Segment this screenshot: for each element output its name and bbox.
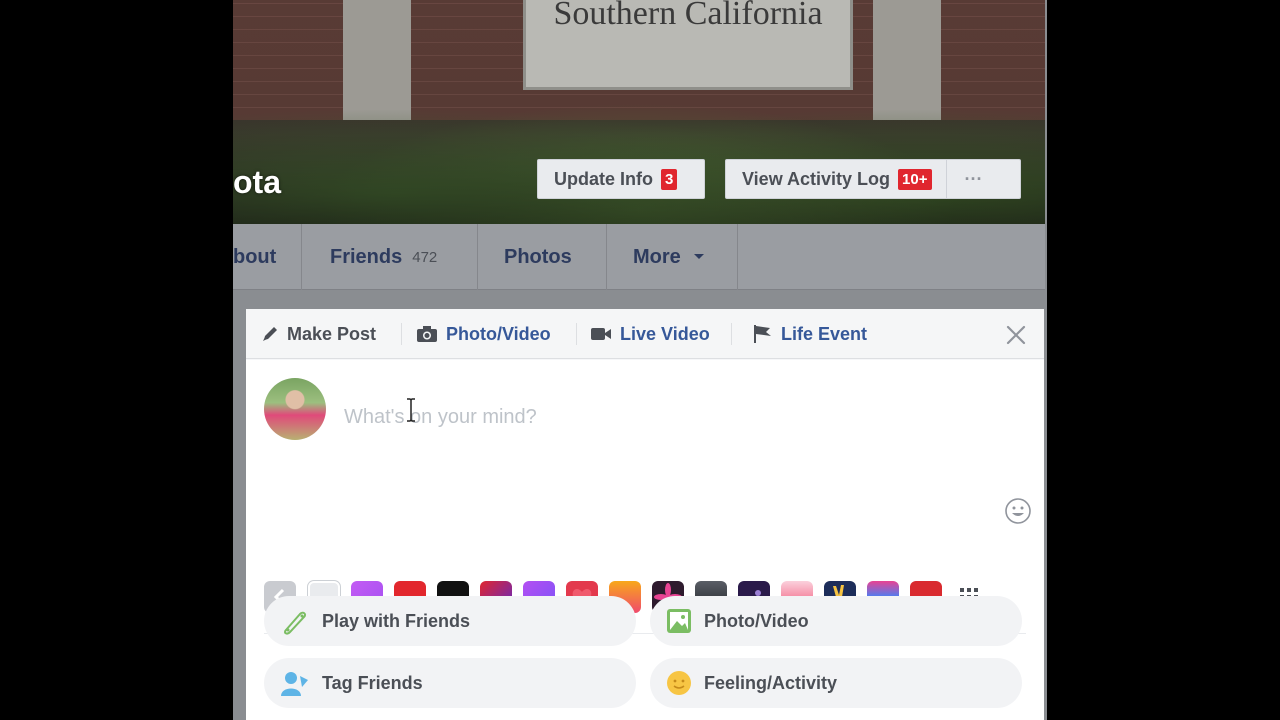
flag-icon	[754, 325, 771, 343]
tag-friends-button[interactable]: Tag Friends	[264, 658, 636, 708]
photo-video-label: Photo/Video	[704, 610, 809, 631]
cover-sign-text: Southern California	[553, 0, 823, 32]
view-activity-log-button[interactable]: View Activity Log 10+ ···	[725, 159, 1021, 199]
profile-page: Southern California ota Update Info 3 Vi…	[233, 0, 1047, 720]
tab-about[interactable]: bout	[233, 224, 276, 290]
activity-log-badge: 10+	[898, 168, 932, 190]
emoji-icon[interactable]	[1004, 497, 1032, 525]
more-options-button[interactable]: ···	[965, 169, 983, 190]
update-info-button[interactable]: Update Info 3	[537, 159, 705, 199]
tab-photo-video-label: Photo/Video	[446, 323, 551, 344]
camera-icon	[417, 326, 437, 342]
tab-about-label: bout	[233, 245, 277, 268]
tab-photos[interactable]: Photos	[504, 224, 572, 290]
profile-name[interactable]: ota	[233, 164, 281, 201]
text-cursor-icon	[407, 398, 415, 422]
status-input[interactable]: What's on your mind?	[344, 406, 537, 429]
composer-body: What's on your mind? Play with Friends P…	[246, 360, 1044, 720]
tag-friends-label: Tag Friends	[322, 672, 423, 693]
tab-live-video[interactable]: Live Video	[590, 309, 710, 359]
activity-log-label: View Activity Log	[742, 168, 891, 189]
composer-tabs: Make Post Photo/Video Live Video Life Ev…	[246, 309, 1044, 359]
photo-icon	[667, 609, 691, 633]
play-with-friends-button[interactable]: Play with Friends	[264, 596, 636, 646]
friends-count: 472	[412, 248, 438, 266]
tab-make-post[interactable]: Make Post	[261, 309, 376, 359]
avatar[interactable]	[264, 378, 326, 440]
update-info-badge: 3	[661, 168, 678, 190]
pencil-icon	[263, 327, 277, 341]
tab-life-event[interactable]: Life Event	[753, 309, 867, 359]
tab-more[interactable]: More	[633, 224, 705, 290]
caret-down-icon	[693, 254, 704, 259]
tab-photos-label: Photos	[504, 245, 572, 268]
feeling-activity-label: Feeling/Activity	[704, 672, 838, 693]
play-with-friends-label: Play with Friends	[322, 610, 471, 631]
tab-live-video-label: Live Video	[620, 323, 710, 344]
game-controller-icon	[283, 611, 307, 635]
tab-friends-label: Friends	[330, 245, 403, 268]
tab-more-label: More	[633, 245, 681, 268]
cover-photo: Southern California ota Update Info 3 Vi…	[233, 0, 1045, 224]
video-camera-icon	[591, 328, 611, 340]
feeling-activity-button[interactable]: Feeling/Activity	[650, 658, 1022, 708]
tag-people-icon	[281, 672, 308, 696]
smiley-icon	[667, 671, 691, 695]
tab-make-post-label: Make Post	[287, 323, 377, 344]
tab-friends[interactable]: Friends 472	[330, 224, 437, 290]
photo-video-button[interactable]: Photo/Video	[650, 596, 1022, 646]
tab-photo-video[interactable]: Photo/Video	[416, 309, 551, 359]
close-icon[interactable]	[1005, 324, 1027, 346]
post-composer: Make Post Photo/Video Live Video Life Ev…	[246, 309, 1044, 720]
tab-life-event-label: Life Event	[781, 323, 868, 344]
update-info-label: Update Info	[554, 168, 653, 189]
profile-nav: bout Friends 472 Photos More	[233, 224, 1045, 290]
